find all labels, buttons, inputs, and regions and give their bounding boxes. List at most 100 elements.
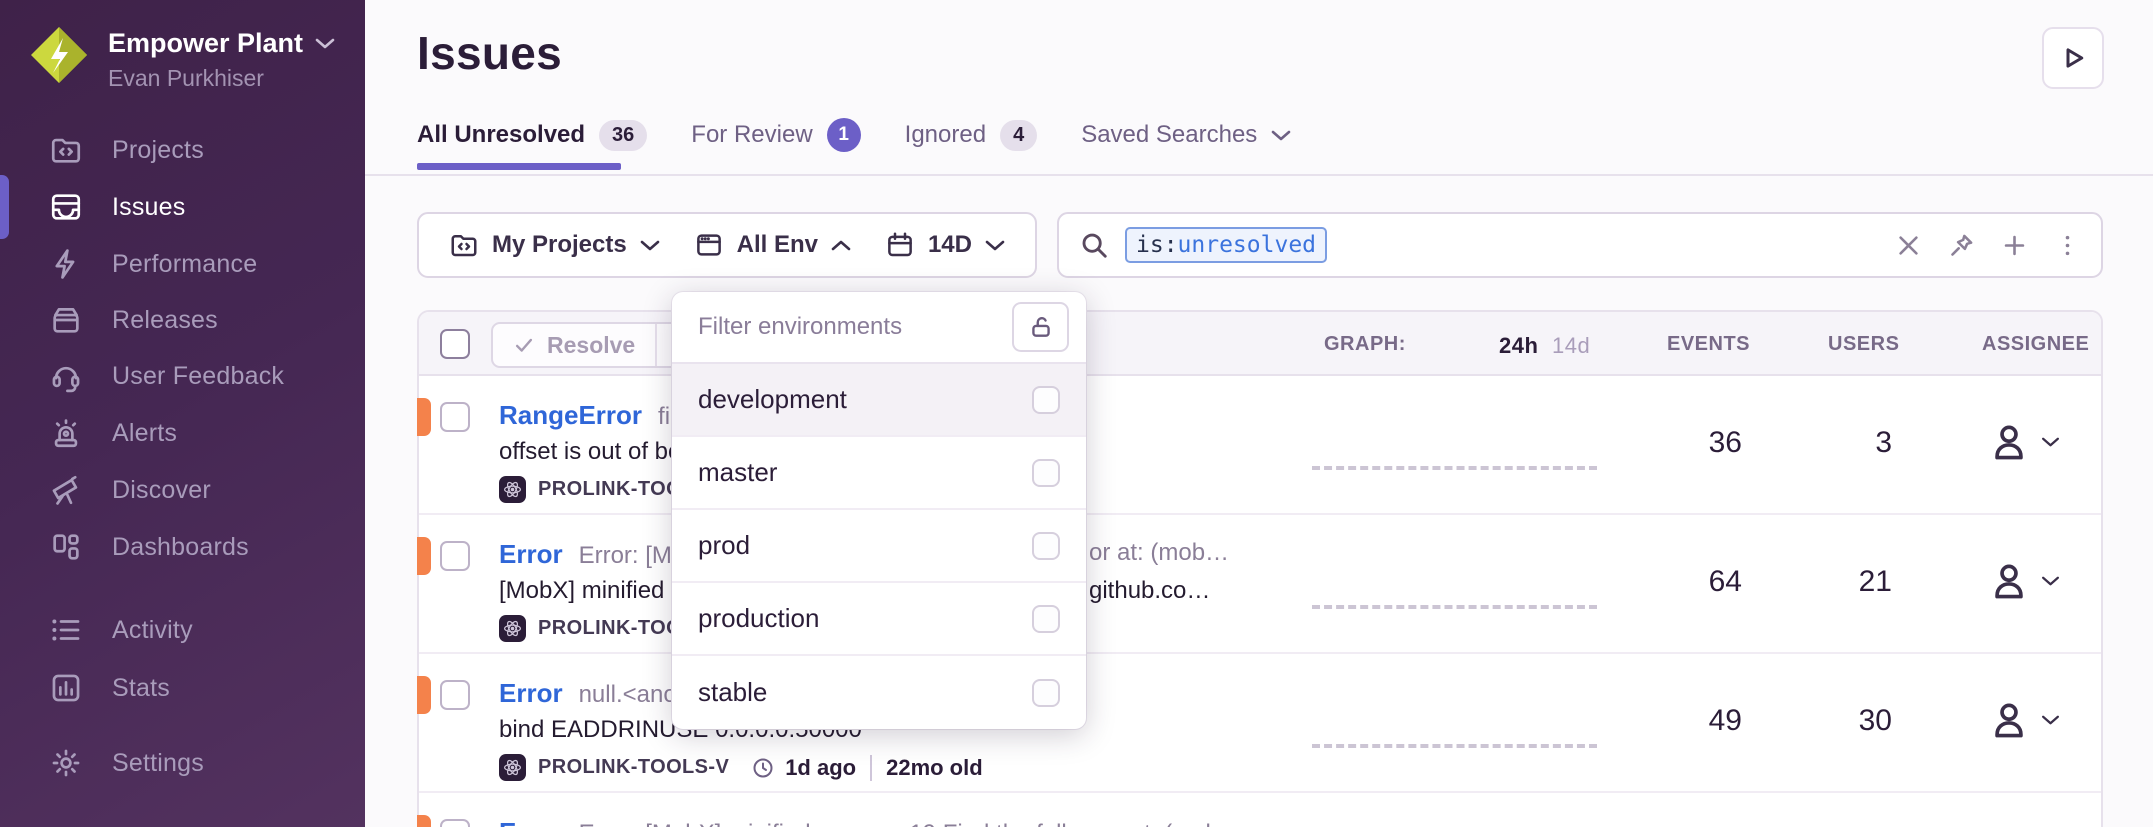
date-range-trigger[interactable]: 14D <box>885 230 1005 260</box>
assignee-person-icon <box>1987 420 2031 464</box>
chevron-down-icon <box>1271 129 1291 142</box>
env-option-checkbox[interactable] <box>1032 605 1060 633</box>
sidebar-item-label: Dashboards <box>112 533 249 562</box>
env-option-checkbox[interactable] <box>1032 459 1060 487</box>
search-token-value: unresolved <box>1178 232 1316 258</box>
clock-icon <box>751 756 775 780</box>
events-count: 64 <box>1632 565 1742 599</box>
dashboards-icon <box>48 529 84 565</box>
tab-all-unresolved[interactable]: All Unresolved 36 <box>417 120 647 151</box>
row-checkbox[interactable] <box>440 819 470 827</box>
sidebar-item-discover[interactable]: Discover <box>0 461 365 519</box>
column-events: EVENTS <box>1667 333 1750 356</box>
tab-for-review[interactable]: For Review 1 <box>691 118 860 152</box>
env-option-prod[interactable]: prod <box>672 510 1086 583</box>
header-divider <box>365 174 2153 176</box>
tab-saved-searches[interactable]: Saved Searches <box>1081 121 1291 149</box>
tab-count-badge: 4 <box>1000 120 1037 151</box>
sidebar-item-stats[interactable]: Stats <box>0 659 365 717</box>
sidebar-item-releases[interactable]: Releases <box>0 291 365 349</box>
row-checkbox[interactable] <box>440 541 470 571</box>
tab-label: Ignored <box>905 121 986 149</box>
assignee-person-icon <box>1987 559 2031 603</box>
issue-title-link[interactable]: Error <box>499 678 563 709</box>
users-count: 21 <box>1782 565 1892 599</box>
row-checkbox[interactable] <box>440 680 470 710</box>
tab-label: For Review <box>691 121 812 149</box>
issues-page: Empower Plant Evan Purkhiser Projects Is… <box>0 0 2153 827</box>
column-graph: GRAPH: <box>1324 333 1406 356</box>
env-option-checkbox[interactable] <box>1032 532 1060 560</box>
env-option-checkbox[interactable] <box>1032 679 1060 707</box>
org-switcher[interactable]: Empower Plant Evan Purkhiser <box>30 26 335 92</box>
env-option-development[interactable]: development <box>672 364 1086 437</box>
env-option-master[interactable]: master <box>672 437 1086 510</box>
search-menu-icon[interactable] <box>2054 232 2081 259</box>
tab-label: Saved Searches <box>1081 121 1257 149</box>
sidebar-item-settings[interactable]: Settings <box>0 734 365 792</box>
env-option-label: master <box>698 457 777 488</box>
sidebar-item-performance[interactable]: Performance <box>0 235 365 293</box>
env-option-label: development <box>698 384 847 415</box>
first-seen: 22mo old <box>886 755 983 781</box>
check-icon <box>513 334 535 356</box>
search-token-key: is: <box>1136 232 1178 258</box>
pin-search-icon[interactable] <box>1948 232 1975 259</box>
select-all-checkbox[interactable] <box>440 329 470 359</box>
issue-title-link[interactable]: Error <box>499 817 563 827</box>
search-icon <box>1079 230 1109 260</box>
environment-filter-input[interactable]: Filter environments <box>698 313 902 341</box>
chevron-down-icon <box>2041 575 2060 587</box>
project-filter-label: My Projects <box>492 231 627 259</box>
issue-title-link[interactable]: Error <box>499 539 563 570</box>
date-range-label: 14D <box>928 231 972 259</box>
graph-14d-toggle[interactable]: 14d <box>1552 333 1590 359</box>
play-icon <box>2058 43 2088 73</box>
resolve-label: Resolve <box>547 332 635 359</box>
issue-search-input[interactable]: is:unresolved <box>1057 212 2103 278</box>
issues-icon <box>48 189 84 225</box>
replay-play-button[interactable] <box>2042 27 2104 89</box>
environment-filter-trigger[interactable]: All Env <box>694 230 851 260</box>
sidebar-item-user-feedback[interactable]: User Feedback <box>0 347 365 405</box>
clear-search-icon[interactable] <box>1895 232 1922 259</box>
assignee-person-icon <box>1987 698 2031 742</box>
issue-title-link[interactable]: RangeError <box>499 400 642 431</box>
sidebar-item-projects[interactable]: Projects <box>0 121 365 179</box>
discover-icon <box>48 472 84 508</box>
env-option-label: prod <box>698 530 750 561</box>
graph-24h-toggle[interactable]: 24h <box>1499 333 1538 359</box>
issue-sparkline <box>1312 744 1597 748</box>
assignee-selector[interactable] <box>1987 698 2060 742</box>
sidebar-item-dashboards[interactable]: Dashboards <box>0 518 365 576</box>
tab-label: All Unresolved <box>417 121 585 149</box>
assignee-selector[interactable] <box>1987 559 2060 603</box>
lock-filter-button[interactable] <box>1012 302 1069 352</box>
env-option-production[interactable]: production <box>672 583 1086 656</box>
performance-icon <box>48 246 84 282</box>
row-checkbox[interactable] <box>440 402 470 432</box>
sidebar-item-issues[interactable]: Issues <box>0 178 365 236</box>
project-filter-trigger[interactable]: My Projects <box>449 230 660 260</box>
activity-icon <box>48 612 84 648</box>
search-token: is:unresolved <box>1125 227 1327 263</box>
user-feedback-icon <box>48 358 84 394</box>
sidebar-item-alerts[interactable]: Alerts <box>0 404 365 462</box>
add-search-icon[interactable] <box>2001 232 2028 259</box>
column-assignee: ASSIGNEE <box>1982 333 2089 356</box>
calendar-icon <box>885 230 915 260</box>
projects-icon <box>449 230 479 260</box>
tab-ignored[interactable]: Ignored 4 <box>905 120 1038 151</box>
unlock-icon <box>1028 314 1054 340</box>
issue-row[interactable]: Error Error: [MobX] minified error nr: 1… <box>419 793 2101 827</box>
sidebar-item-label: User Feedback <box>112 362 284 391</box>
env-option-label: production <box>698 603 819 634</box>
active-tab-underline <box>417 163 621 170</box>
sidebar: Empower Plant Evan Purkhiser Projects Is… <box>0 0 365 827</box>
settings-icon <box>48 745 84 781</box>
sidebar-item-activity[interactable]: Activity <box>0 601 365 659</box>
env-option-stable[interactable]: stable <box>672 656 1086 729</box>
env-option-checkbox[interactable] <box>1032 386 1060 414</box>
assignee-selector[interactable] <box>1987 420 2060 464</box>
chevron-up-icon <box>831 239 851 252</box>
